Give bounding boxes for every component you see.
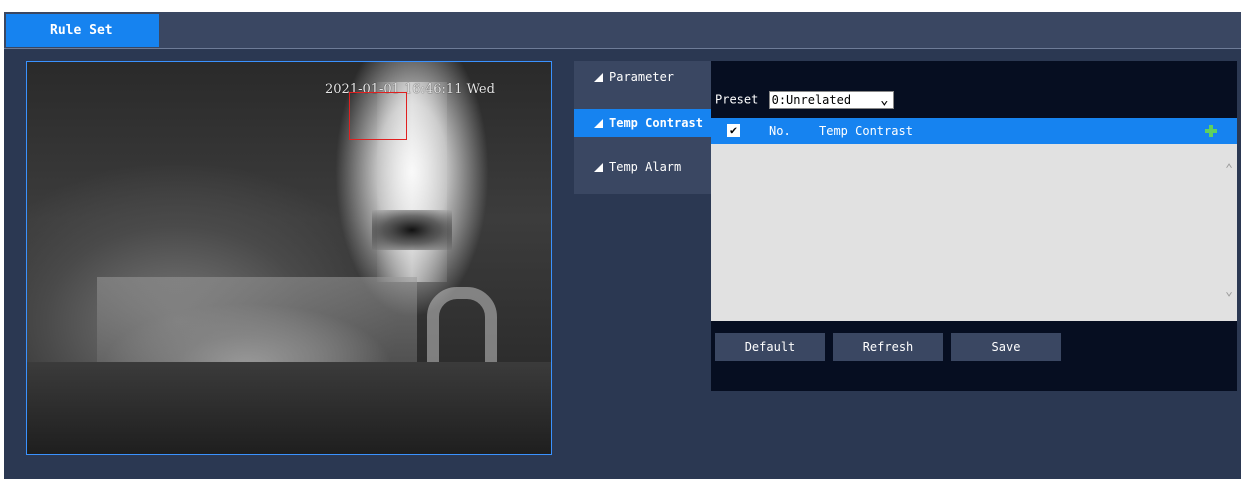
menu-item-parameter[interactable]: Parameter (574, 63, 711, 91)
table-body: ⌃ ⌄ (711, 144, 1237, 321)
menu-item-label: Parameter (609, 70, 675, 84)
triangle-icon (594, 119, 603, 128)
preset-select[interactable]: 0:Unrelated ⌄ (768, 91, 894, 109)
live-video-view[interactable]: 2021-01-01 16:46:11 Wed (26, 61, 552, 455)
temp-contrast-panel: Preset 0:Unrelated ⌄ ✔ No. Temp Contrast… (711, 61, 1237, 391)
preset-row: Preset 0:Unrelated ⌄ (715, 91, 894, 109)
refresh-button[interactable]: Refresh (833, 333, 943, 361)
save-button[interactable]: Save (951, 333, 1061, 361)
column-header-temp-contrast: Temp Contrast (819, 124, 913, 138)
preset-select-value: 0:Unrelated (771, 93, 852, 107)
column-header-no: No. (769, 124, 791, 138)
rule-menu: Parameter Temp Contrast Temp Alarm (574, 61, 711, 194)
table-header: ✔ No. Temp Contrast (711, 118, 1237, 144)
triangle-icon (594, 73, 603, 82)
menu-item-label: Temp Alarm (609, 160, 682, 174)
menu-item-temp-alarm[interactable]: Temp Alarm (574, 153, 711, 181)
menu-item-temp-contrast[interactable]: Temp Contrast (574, 109, 711, 137)
scroll-up-icon[interactable]: ⌃ (1225, 162, 1233, 177)
select-all-checkbox[interactable]: ✔ (727, 124, 740, 137)
tab-rule-set[interactable]: Rule Set (6, 14, 159, 47)
tab-bar: Rule Set (4, 12, 1241, 49)
chevron-down-icon: ⌄ (880, 92, 889, 108)
scroll-down-icon[interactable]: ⌄ (1225, 284, 1233, 299)
video-desk-shape (97, 277, 417, 372)
add-icon[interactable] (1205, 125, 1217, 137)
menu-item-label: Temp Contrast (609, 116, 703, 130)
triangle-icon (594, 163, 603, 172)
preset-label: Preset (715, 92, 759, 107)
video-plant-shape (372, 210, 452, 250)
video-table-shape (27, 362, 551, 454)
default-button[interactable]: Default (715, 333, 825, 361)
roi-box[interactable] (349, 92, 407, 140)
